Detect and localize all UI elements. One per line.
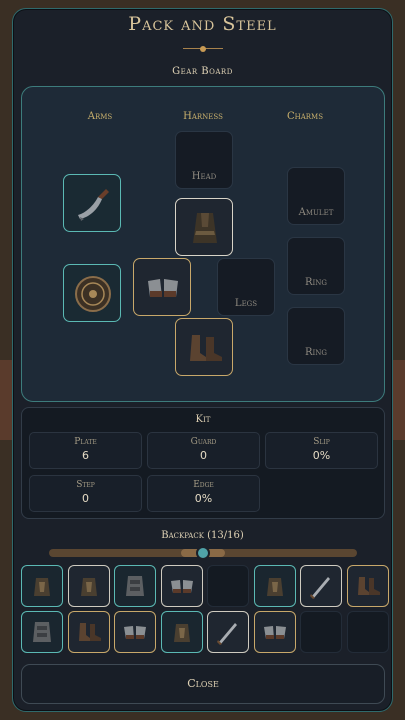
backpack-slot[interactable] xyxy=(207,611,249,653)
stat-value: 0 xyxy=(200,449,207,462)
backpack-slot[interactable] xyxy=(300,565,342,607)
column-label-arms: Arms xyxy=(87,111,113,122)
cloak-armor-icon xyxy=(193,213,217,243)
stat-name: Guard xyxy=(190,437,217,447)
stat-name: Step xyxy=(76,480,95,490)
plate-icon xyxy=(126,576,144,596)
slot-legs[interactable]: Legs xyxy=(217,258,275,316)
plate-icon xyxy=(33,622,51,642)
inventory-panel: Pack and Steel Gear Board Arms Harness C… xyxy=(12,8,393,712)
backpack-slot[interactable] xyxy=(114,611,156,653)
slot-ring-2[interactable]: Ring xyxy=(287,307,345,365)
slot-arms-offhand[interactable] xyxy=(63,264,121,322)
backpack-title: Backpack (13/16) xyxy=(161,530,244,541)
backpack-slot[interactable] xyxy=(114,565,156,607)
slot-label-ring-1: Ring xyxy=(304,277,327,288)
sword-icon xyxy=(310,577,330,599)
backpack-slot[interactable] xyxy=(253,611,296,653)
slot-arms-main[interactable] xyxy=(63,174,121,232)
stat-value: 0% xyxy=(312,449,331,462)
backpack-scrollbar[interactable] xyxy=(49,546,357,560)
slot-body[interactable] xyxy=(175,198,233,256)
gauntlets-icon xyxy=(170,580,193,593)
stat-plate: Plate 6 xyxy=(29,432,142,469)
backpack-slot[interactable] xyxy=(21,611,63,653)
kit-stats-panel: Kit Plate 6 Guard 0 Slip 0% Step 0 Edge … xyxy=(21,407,385,519)
backpack-scroll-handle[interactable] xyxy=(196,546,210,560)
column-label-harness: Harness xyxy=(183,111,223,122)
column-label-charms: Charms xyxy=(286,111,324,122)
boots-icon xyxy=(78,623,101,641)
sword-icon xyxy=(217,623,237,645)
title-ornament xyxy=(183,46,223,52)
stat-slip: Slip 0% xyxy=(265,432,378,469)
slot-hands[interactable] xyxy=(133,258,191,316)
stat-value: 0% xyxy=(194,492,213,505)
close-button[interactable]: Close xyxy=(21,664,385,704)
stat-edge: Edge 0% xyxy=(147,475,260,512)
backpack-slot[interactable] xyxy=(160,611,203,653)
gauntlets-icon xyxy=(148,279,178,297)
gauntlets-icon xyxy=(124,626,146,639)
backpack-slot[interactable] xyxy=(253,565,296,607)
slot-label-head: Head xyxy=(191,171,217,182)
backpack-empty-slot[interactable] xyxy=(207,565,249,607)
stat-value: 0 xyxy=(82,492,89,505)
stat-value: 6 xyxy=(82,449,89,462)
round-shield-icon xyxy=(75,276,111,312)
backpack-slot[interactable] xyxy=(67,611,110,653)
stat-step: Step 0 xyxy=(29,475,142,512)
backpack-empty-slot[interactable] xyxy=(300,611,342,653)
stat-name: Plate xyxy=(74,437,97,447)
panel-title: Pack and Steel xyxy=(128,13,277,35)
stat-guard: Guard 0 xyxy=(147,432,260,469)
slot-feet[interactable] xyxy=(175,318,233,376)
backpack-slot[interactable] xyxy=(160,565,203,607)
vest-icon xyxy=(34,578,50,596)
knife-icon xyxy=(78,189,109,221)
vest-icon xyxy=(266,578,283,596)
gear-board-title: Gear Board xyxy=(172,66,233,77)
gear-board: Arms Harness Charms Head Legs Amulet Rin… xyxy=(21,86,385,402)
slot-ring-1[interactable]: Ring xyxy=(287,237,345,295)
gauntlets-icon xyxy=(263,626,286,639)
slot-amulet[interactable]: Amulet xyxy=(287,167,345,225)
slot-head[interactable]: Head xyxy=(175,131,233,189)
stat-name: Slip xyxy=(313,437,330,447)
backpack-slot[interactable] xyxy=(346,565,389,607)
slot-label-amulet: Amulet xyxy=(298,207,334,218)
boots-icon xyxy=(190,335,222,361)
slot-label-legs: Legs xyxy=(234,298,258,309)
backpack-empty-slot[interactable] xyxy=(346,611,389,653)
backpack-slot[interactable] xyxy=(21,565,63,607)
boots-icon xyxy=(357,577,380,595)
vest-icon xyxy=(80,578,97,596)
stat-name: Edge xyxy=(193,480,214,490)
slot-label-ring-2: Ring xyxy=(304,347,327,358)
backpack-slot[interactable] xyxy=(67,565,110,607)
kit-title: Kit xyxy=(195,414,211,425)
vest-icon xyxy=(173,624,190,642)
